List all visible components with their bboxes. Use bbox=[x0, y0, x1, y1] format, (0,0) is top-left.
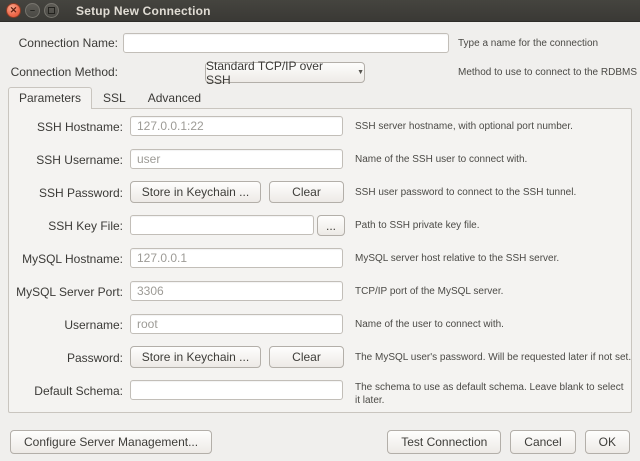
mysql-port-hint: TCP/IP port of the MySQL server. bbox=[355, 286, 503, 297]
mysql-hostname-hint: MySQL server host relative to the SSH se… bbox=[355, 253, 559, 264]
connection-name-hint: Type a name for the connection bbox=[458, 38, 598, 49]
connection-name-row: Connection Name: Type a name for the con… bbox=[0, 33, 640, 53]
dialog-footer: Configure Server Management... Test Conn… bbox=[0, 430, 640, 454]
tab-parameters[interactable]: Parameters bbox=[8, 87, 92, 109]
default-schema-hint: The schema to use as default schema. Lea… bbox=[355, 381, 627, 407]
tab-advanced[interactable]: Advanced bbox=[137, 87, 212, 108]
window-title: Setup New Connection bbox=[76, 4, 211, 18]
ssh-keyfile-label: SSH Key File: bbox=[9, 219, 123, 233]
username-hint: Name of the user to connect with. bbox=[355, 319, 504, 330]
ssh-username-hint: Name of the SSH user to connect with. bbox=[355, 154, 527, 165]
tab-ssl[interactable]: SSL bbox=[92, 87, 137, 108]
ok-button[interactable]: OK bbox=[585, 430, 630, 454]
connection-method-hint: Method to use to connect to the RDBMS bbox=[458, 67, 637, 78]
ssh-hostname-row: SSH Hostname: SSH server hostname, with … bbox=[9, 116, 631, 137]
mysql-hostname-row: MySQL Hostname: MySQL server host relati… bbox=[9, 248, 631, 269]
configure-server-management-button[interactable]: Configure Server Management... bbox=[10, 430, 212, 454]
connection-name-label: Connection Name: bbox=[0, 36, 118, 50]
parameters-panel: SSH Hostname: SSH server hostname, with … bbox=[8, 108, 632, 413]
mysql-hostname-label: MySQL Hostname: bbox=[9, 252, 123, 266]
chevron-down-icon: ▼ bbox=[357, 69, 364, 76]
close-button[interactable]: ✕ bbox=[6, 3, 21, 18]
ssh-password-store-keychain-button[interactable]: Store in Keychain ... bbox=[130, 181, 261, 203]
mysql-hostname-input[interactable] bbox=[130, 248, 343, 268]
test-connection-button[interactable]: Test Connection bbox=[387, 430, 501, 454]
password-label: Password: bbox=[9, 351, 123, 365]
connection-method-select[interactable]: Standard TCP/IP over SSH ▼ bbox=[205, 62, 365, 83]
mysql-port-input[interactable] bbox=[130, 281, 343, 301]
ssh-keyfile-hint: Path to SSH private key file. bbox=[355, 220, 480, 231]
footer-right-group: Test Connection Cancel OK bbox=[387, 430, 630, 454]
ssh-password-clear-button[interactable]: Clear bbox=[269, 181, 344, 203]
connection-method-row: Connection Method: Standard TCP/IP over … bbox=[0, 62, 640, 82]
minimize-icon: – bbox=[30, 6, 35, 15]
default-schema-input[interactable] bbox=[130, 380, 343, 400]
ssh-keyfile-row: SSH Key File: ... Path to SSH private ke… bbox=[9, 215, 631, 236]
username-label: Username: bbox=[9, 318, 123, 332]
ssh-username-row: SSH Username: Name of the SSH user to co… bbox=[9, 149, 631, 170]
username-row: Username: Name of the user to connect wi… bbox=[9, 314, 631, 335]
username-input[interactable] bbox=[130, 314, 343, 334]
default-schema-label: Default Schema: bbox=[9, 384, 123, 398]
ssh-username-label: SSH Username: bbox=[9, 153, 123, 167]
ssh-hostname-label: SSH Hostname: bbox=[9, 120, 123, 134]
password-store-keychain-button[interactable]: Store in Keychain ... bbox=[130, 346, 261, 368]
ssh-hostname-hint: SSH server hostname, with optional port … bbox=[355, 121, 573, 132]
maximize-button[interactable] bbox=[44, 3, 59, 18]
cancel-button[interactable]: Cancel bbox=[510, 430, 575, 454]
minimize-button[interactable]: – bbox=[25, 3, 40, 18]
ssh-password-label: SSH Password: bbox=[9, 186, 123, 200]
connection-method-label: Connection Method: bbox=[0, 65, 118, 79]
connection-method-value: Standard TCP/IP over SSH bbox=[206, 59, 350, 87]
password-row: Password: Store in Keychain ... Clear Th… bbox=[9, 347, 631, 368]
default-schema-row: Default Schema: The schema to use as def… bbox=[9, 380, 631, 401]
ssh-keyfile-input[interactable] bbox=[130, 215, 314, 235]
ssh-hostname-input[interactable] bbox=[130, 116, 343, 136]
window-titlebar: ✕ – Setup New Connection bbox=[0, 0, 640, 22]
mysql-port-label: MySQL Server Port: bbox=[9, 285, 123, 299]
connection-name-input[interactable] bbox=[123, 33, 449, 53]
password-hint: The MySQL user's password. Will be reque… bbox=[355, 352, 631, 363]
maximize-icon bbox=[48, 7, 55, 14]
ssh-password-row: SSH Password: Store in Keychain ... Clea… bbox=[9, 182, 631, 203]
ssh-username-input[interactable] bbox=[130, 149, 343, 169]
ssh-password-hint: SSH user password to connect to the SSH … bbox=[355, 187, 576, 198]
close-icon: ✕ bbox=[10, 6, 18, 15]
mysql-port-row: MySQL Server Port: TCP/IP port of the My… bbox=[9, 281, 631, 302]
ssh-keyfile-browse-button[interactable]: ... bbox=[317, 215, 345, 236]
tab-bar: Parameters SSL Advanced bbox=[8, 87, 640, 108]
password-clear-button[interactable]: Clear bbox=[269, 346, 344, 368]
